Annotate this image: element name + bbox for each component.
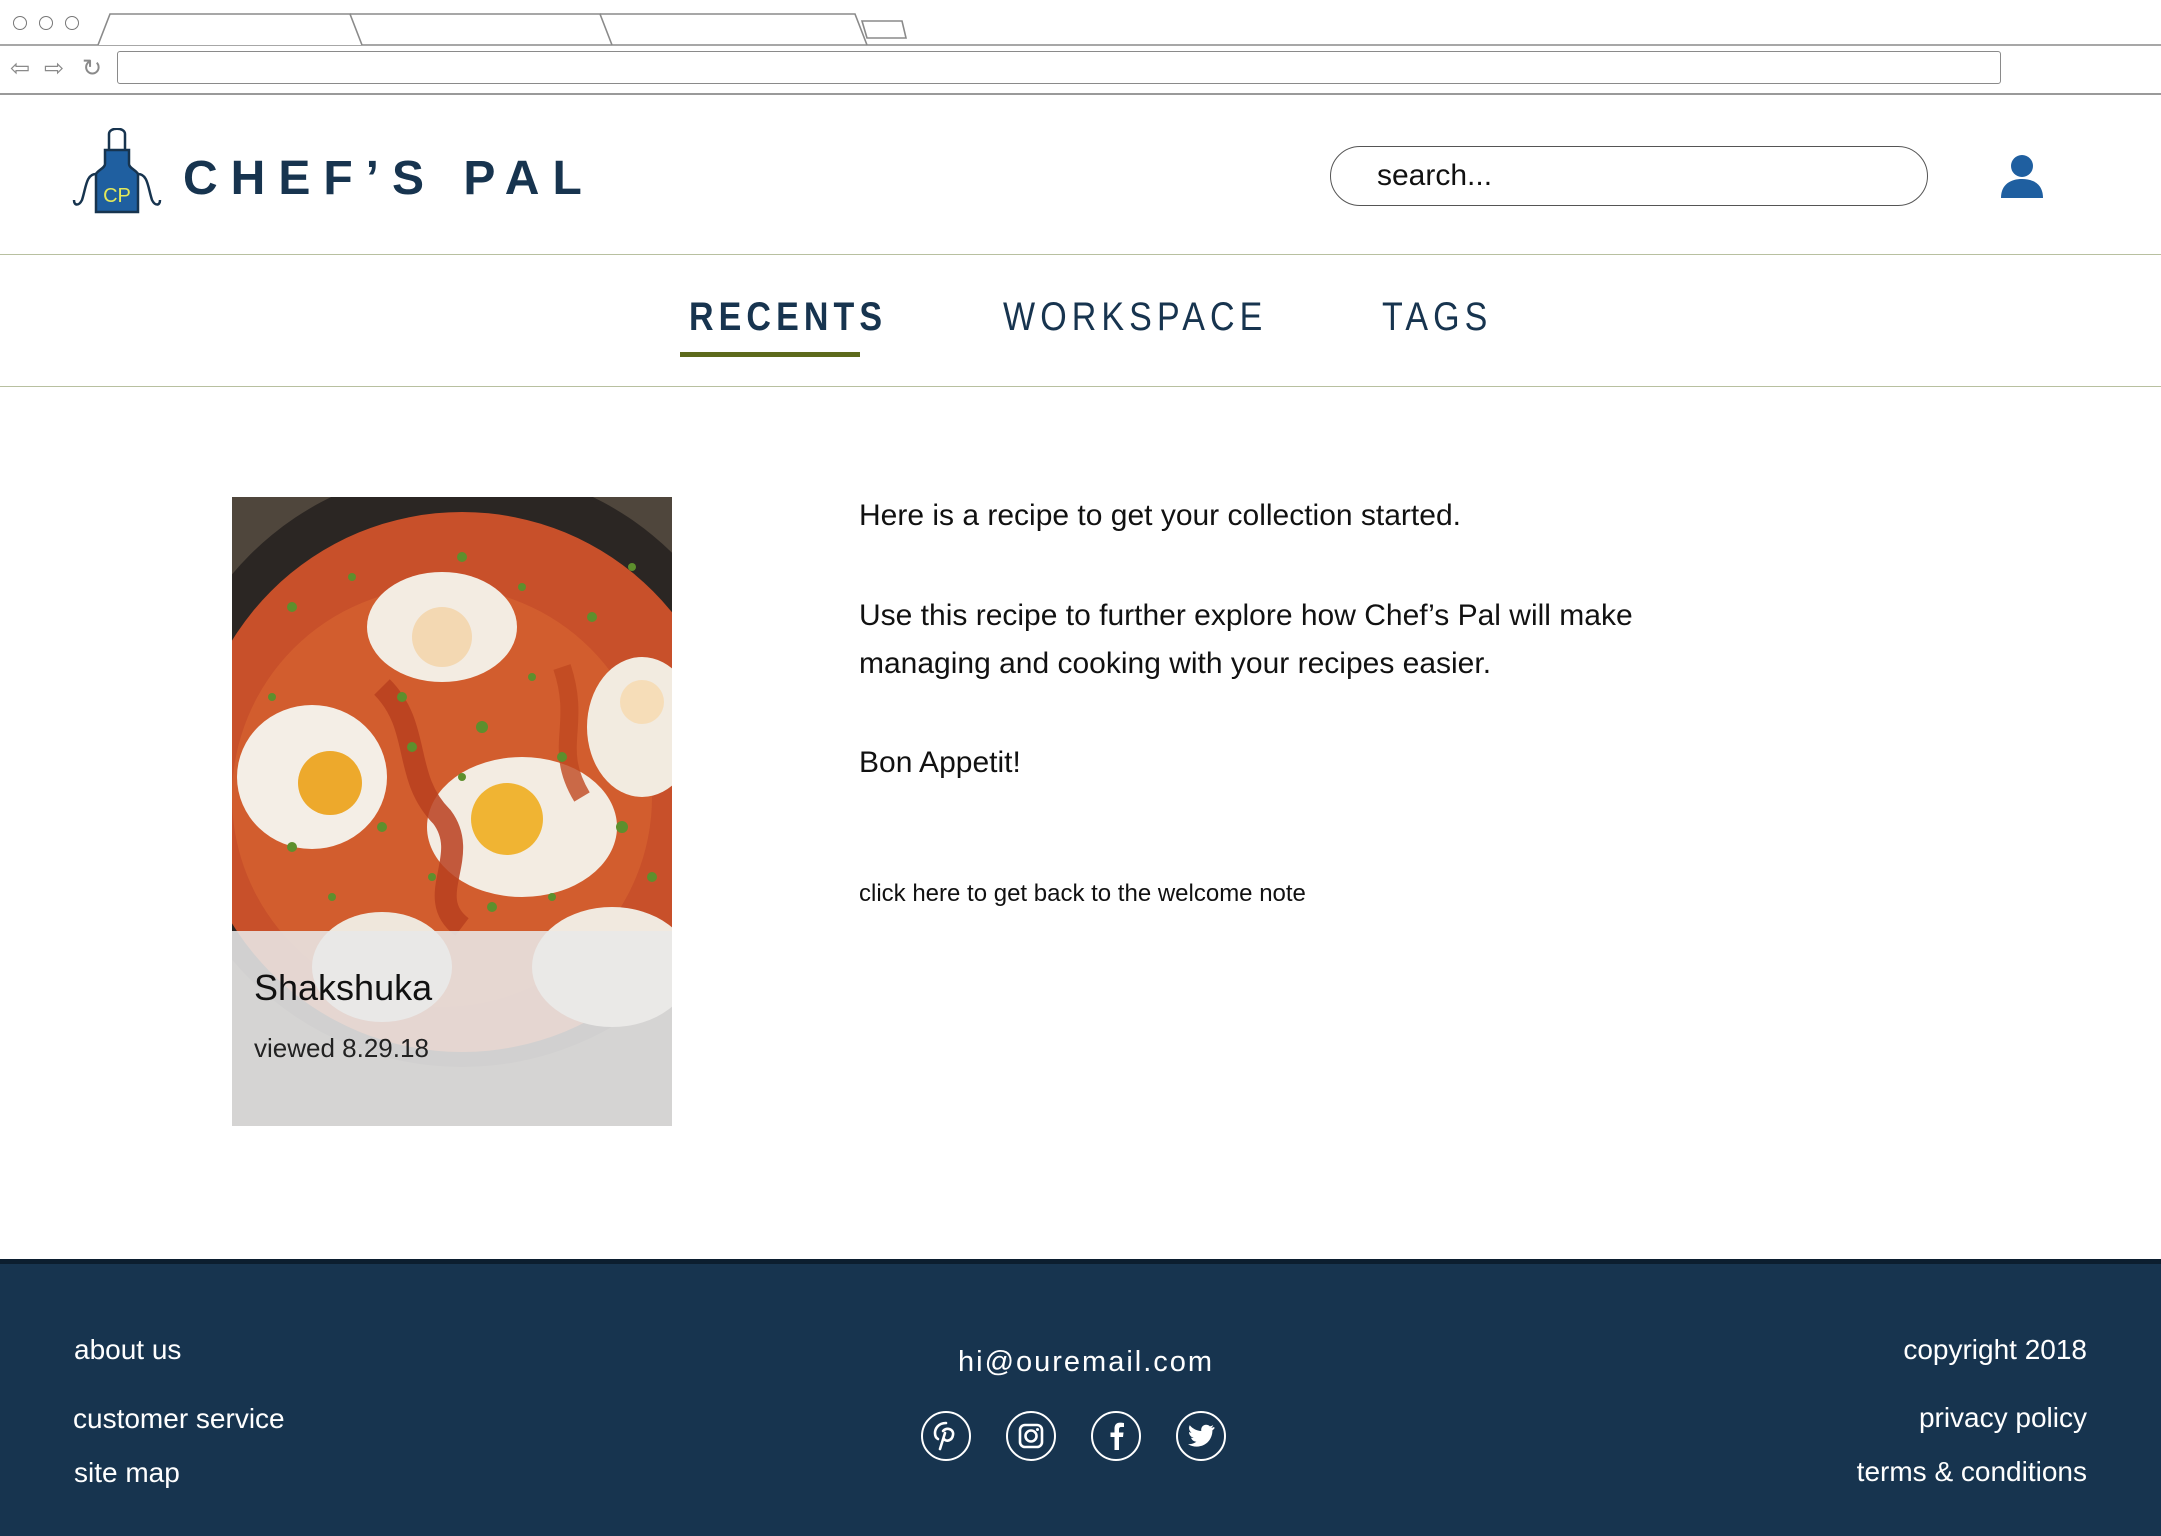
site-footer: about us customer service site map hi@ou… xyxy=(0,1259,2161,1536)
recipe-viewed-date: viewed 8.29.18 xyxy=(254,1033,429,1063)
browser-tab-1[interactable] xyxy=(97,13,363,46)
browser-tab-3[interactable] xyxy=(600,13,868,46)
logo-initials: CP xyxy=(103,185,131,207)
apron-logo-icon[interactable]: CP xyxy=(72,128,164,214)
tab-workspace[interactable]: WORKSPACE xyxy=(1003,295,1267,340)
reload-icon[interactable]: ↻ xyxy=(82,54,102,82)
browser-chrome: ⇦ ⇨ ↻ xyxy=(0,0,2161,95)
instagram-icon[interactable] xyxy=(1006,1411,1056,1461)
copyright-text: copyright 2018 xyxy=(1903,1334,2087,1365)
intro-line-1: Here is a recipe to get your collection … xyxy=(859,499,1461,532)
terms-conditions-link[interactable]: terms & conditions xyxy=(1857,1456,2087,1488)
recipe-title: Shakshuka xyxy=(254,967,433,1008)
intro-sign-off: Bon Appetit! xyxy=(859,746,1021,779)
site-map-link[interactable]: site map xyxy=(74,1457,180,1489)
tab-recents[interactable]: RECENTS xyxy=(689,295,887,340)
facebook-icon[interactable] xyxy=(1091,1411,1141,1461)
intro-line-2a: Use this recipe to further explore how C… xyxy=(859,599,1633,632)
main-tab-bar: RECENTS WORKSPACE TAGS xyxy=(0,255,2161,387)
active-tab-indicator xyxy=(680,352,860,357)
recipe-card-info: Shakshuka viewed 8.29.18 xyxy=(232,931,672,1126)
welcome-note-link[interactable]: click here to get back to the welcome no… xyxy=(859,880,1306,908)
new-tab-button[interactable] xyxy=(860,20,908,39)
intro-line-2b: managing and cooking with your recipes e… xyxy=(859,647,1492,680)
site-header: CP CHEF’S PAL xyxy=(0,93,2161,255)
contact-email[interactable]: hi@ouremail.com xyxy=(958,1346,1214,1379)
user-account-icon[interactable] xyxy=(2000,154,2044,198)
back-icon[interactable]: ⇦ xyxy=(10,54,30,82)
browser-tabs xyxy=(0,13,2161,46)
brand-name[interactable]: CHEF’S PAL xyxy=(183,151,595,206)
recipe-card[interactable]: Shakshuka viewed 8.29.18 xyxy=(232,497,672,1126)
tab-tags[interactable]: TAGS xyxy=(1382,295,1492,340)
customer-service-link[interactable]: customer service xyxy=(73,1403,285,1435)
about-us-link[interactable]: about us xyxy=(74,1334,181,1366)
search-input[interactable] xyxy=(1330,146,1928,206)
privacy-policy-link[interactable]: privacy policy xyxy=(1919,1402,2087,1434)
twitter-icon[interactable] xyxy=(1176,1411,1226,1461)
pinterest-icon[interactable] xyxy=(921,1411,971,1461)
forward-icon[interactable]: ⇨ xyxy=(44,54,64,82)
browser-tab-2[interactable] xyxy=(350,13,613,46)
address-bar[interactable] xyxy=(117,51,2001,84)
